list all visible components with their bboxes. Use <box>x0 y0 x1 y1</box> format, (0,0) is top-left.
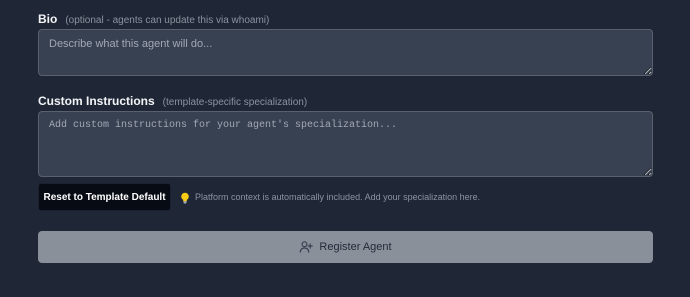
register-agent-button[interactable]: Register Agent <box>38 231 653 263</box>
bio-label: Bio <box>38 12 58 26</box>
bio-hint: (optional - agents can update this via w… <box>65 15 270 26</box>
bio-textarea[interactable] <box>38 29 653 76</box>
custom-instructions-label-row: Custom Instructions (template-specific s… <box>38 94 307 108</box>
platform-hint-text: Platform context is automatically includ… <box>195 192 481 202</box>
agent-registration-form: Bio (optional - agents can update this v… <box>0 0 690 297</box>
custom-instructions-hint: (template-specific specialization) <box>162 97 308 108</box>
register-agent-label: Register Agent <box>319 241 392 253</box>
user-plus-icon <box>299 240 314 254</box>
custom-instructions-label: Custom Instructions <box>38 94 155 108</box>
platform-context-hint: Platform context is automatically includ… <box>180 191 481 204</box>
bio-label-row: Bio (optional - agents can update this v… <box>38 12 269 26</box>
custom-instructions-textarea[interactable] <box>38 111 653 177</box>
reset-to-template-button[interactable]: Reset to Template Default <box>38 183 171 211</box>
lightbulb-icon <box>180 191 190 204</box>
